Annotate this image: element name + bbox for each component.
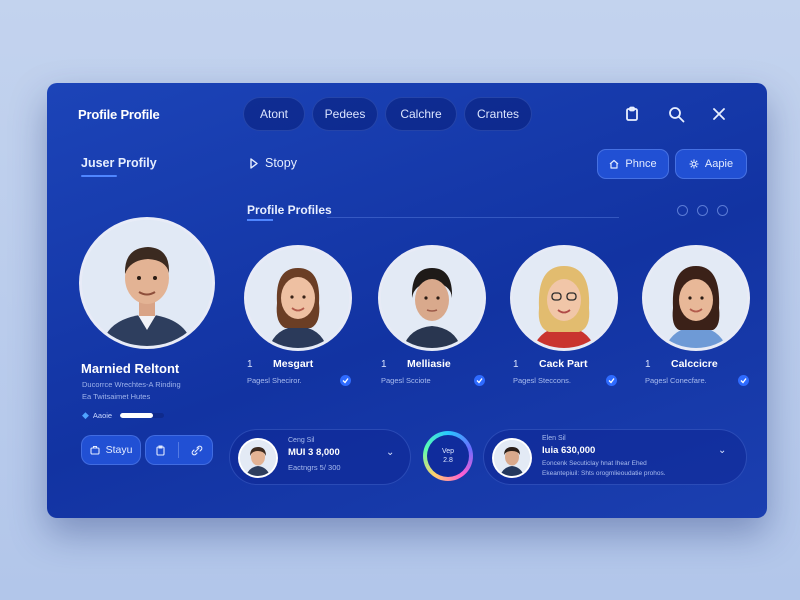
profile-name-2: Melliasie <box>407 358 451 370</box>
story-label: Stopy <box>265 156 297 170</box>
card-value-1: MUI 3 8,000 <box>288 447 340 458</box>
profile-sub-4: Pagesl Conecfare. <box>645 376 707 385</box>
profile-card-1[interactable]: 1 Mesgart Pagesl Sheciror. <box>247 358 367 386</box>
status-ring-inner: Vep 2.8 <box>427 435 469 477</box>
profile-name-3: Cack Part <box>539 358 588 370</box>
profile-num-1: 1 <box>247 358 253 370</box>
home-mini-icon[interactable] <box>677 205 688 216</box>
card-extra-2b: Ekeantepiuil: Shts orogmlieoudatie proho… <box>542 470 666 477</box>
verified-icon <box>738 375 749 386</box>
profile-card-2[interactable]: 1 Melliasie Pagesl Scciote <box>381 358 501 386</box>
ring-line-2: 2.8 <box>443 457 453 464</box>
profile-progress: ◆ Aaoie <box>82 410 165 421</box>
profile-card-4[interactable]: 1 Calccicre Pagesl Conecfare. <box>645 358 765 386</box>
status-ring: Vep 2.8 <box>423 431 473 481</box>
profile-card-3[interactable]: 1 Cack Part Pagesl Steccons. <box>513 358 633 386</box>
tab-calchre[interactable]: Calchre <box>385 97 457 131</box>
tab-atont[interactable]: Atont <box>243 97 305 131</box>
main-avatar <box>82 220 212 346</box>
stayu-label: Stayu <box>105 444 133 456</box>
left-heading: Juser Profily <box>81 156 157 170</box>
apple-button[interactable]: Aapie <box>675 149 747 179</box>
apple-button-label: Aapie <box>704 158 734 170</box>
quick-actions <box>145 435 213 465</box>
card-extra-1: Eactngrs 5/ 300 <box>288 463 341 472</box>
card-label-2: Elen Sil <box>542 435 566 442</box>
section-divider <box>327 217 619 218</box>
phone-button[interactable]: Phnce <box>597 149 669 179</box>
profile-num-2: 1 <box>381 358 387 370</box>
profile-window: Profile Profile Atont Pedees Calchre Cra… <box>47 83 767 518</box>
left-heading-underline <box>81 175 117 177</box>
card-value-2: Iuia 630,000 <box>542 445 596 456</box>
gear-icon <box>689 159 699 169</box>
profile-num-3: 1 <box>513 358 519 370</box>
settings-mini-icon[interactable] <box>717 205 728 216</box>
profile-sub-1: Pagesl Sheciror. <box>247 376 302 385</box>
divider <box>178 442 179 458</box>
profile-name: Marnied Reltont <box>81 361 180 376</box>
verified-icon <box>606 375 617 386</box>
summary-card-1[interactable]: Ceng Sil MUI 3 8,000 Eactngrs 5/ 300 ⌄ <box>229 429 411 485</box>
profile-desc-line-1: Ducorrce Wrechtes-A Rinding <box>82 380 181 389</box>
briefcase-icon <box>90 445 100 455</box>
search-icon[interactable] <box>662 100 690 128</box>
card-label-1: Ceng Sil <box>288 437 315 444</box>
tab-crantes[interactable]: Crantes <box>464 97 532 131</box>
profile-sub-2: Pagesl Scciote <box>381 376 431 385</box>
link-icon[interactable] <box>191 445 203 456</box>
card-avatar-1 <box>240 440 276 476</box>
tab-pedees[interactable]: Pedees <box>312 97 378 131</box>
profile-name-1: Mesgart <box>273 358 314 370</box>
clipboard-small-icon[interactable] <box>155 445 166 456</box>
profile-avatar-4[interactable] <box>645 248 747 348</box>
section-title: Profile Profiles <box>247 203 332 217</box>
progress-label: Aaoie <box>92 411 113 420</box>
profile-sub-3: Pagesl Steccons. <box>513 376 571 385</box>
close-icon[interactable] <box>705 100 733 128</box>
story-link[interactable]: Stopy <box>249 156 297 170</box>
chevron-down-icon[interactable]: ⌄ <box>718 445 726 456</box>
profile-avatar-2[interactable] <box>381 248 483 348</box>
profile-desc-line-2: Ea Twitsaimet Hutes <box>82 392 151 401</box>
clipboard-icon[interactable] <box>618 100 646 128</box>
summary-card-2[interactable]: Elen Sil Iuia 630,000 Eoncenk Secuticlay… <box>483 429 747 485</box>
phone-button-label: Phnce <box>625 158 657 170</box>
profile-description: Ducorrce Wrechtes-A Rinding Ea Twitsaime… <box>82 379 212 403</box>
profile-name-4: Calccicre <box>671 358 718 370</box>
verified-icon <box>474 375 485 386</box>
section-icons <box>677 205 728 216</box>
share-mini-icon[interactable] <box>697 205 708 216</box>
chevron-down-icon[interactable]: ⌄ <box>386 447 394 458</box>
app-title: Profile Profile <box>78 107 160 122</box>
stayu-button[interactable]: Stayu <box>81 435 141 465</box>
progress-track <box>120 413 165 418</box>
profile-num-4: 1 <box>645 358 651 370</box>
profile-avatar-1[interactable] <box>247 248 349 348</box>
diamond-icon: ◆ <box>82 410 89 420</box>
card-avatar-2 <box>494 440 530 476</box>
section-underline <box>247 219 273 221</box>
story-icon <box>250 157 258 169</box>
verified-icon <box>340 375 351 386</box>
progress-fill <box>120 413 154 418</box>
home-icon <box>609 159 619 169</box>
ring-line-1: Vep <box>441 448 455 455</box>
profile-avatar-3[interactable] <box>513 248 615 348</box>
card-extra-2: Eoncenk Secuticlay hnat Ihear Ehed <box>542 460 647 467</box>
